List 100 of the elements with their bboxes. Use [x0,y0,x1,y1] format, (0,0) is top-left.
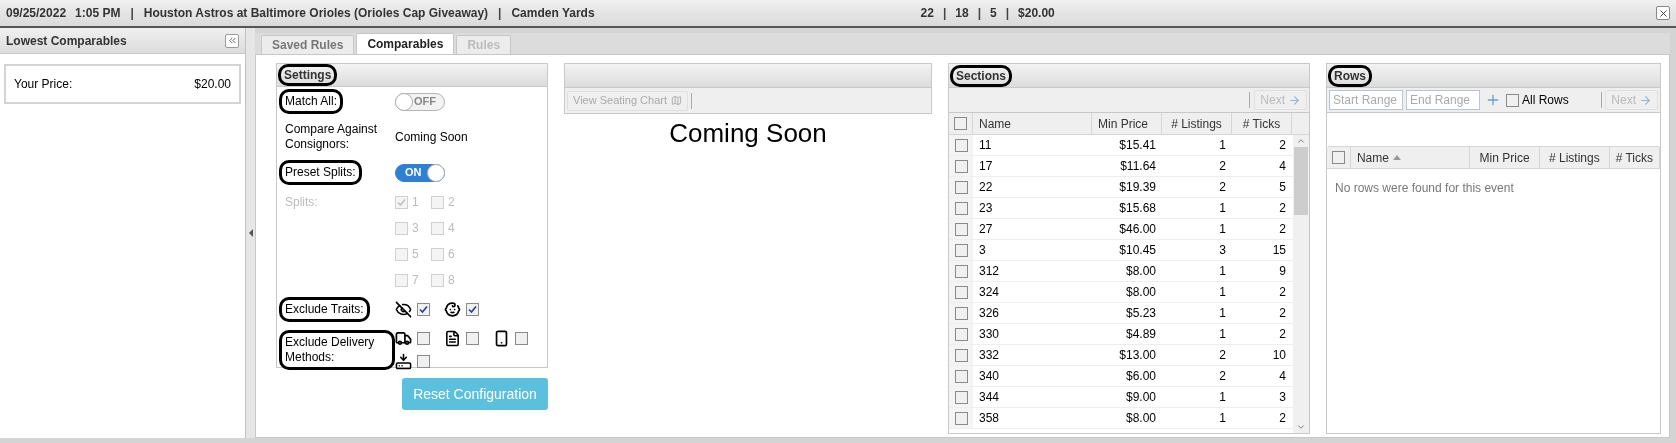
event-title: Houston Astros at Baltimore Orioles (Orioles Cap Giveaway) [143,5,489,22]
checkbox[interactable] [466,332,479,345]
table-cell-text: 2 [1278,326,1287,343]
row-checkbox[interactable] [954,201,968,215]
table-cell-text: 4 [1278,368,1287,385]
split-label: 3 [412,220,419,237]
table-cell-text: 2 [1278,410,1287,427]
event-stat: 22 [920,5,934,22]
download-icon [395,353,412,370]
end-range-field[interactable]: End Range [1406,90,1480,110]
table-cell-text: 1 [1218,410,1227,427]
scrollbar[interactable] [1293,135,1309,433]
event-date: 09/25/2022 [6,5,67,22]
row-checkbox[interactable] [954,264,968,278]
collapse-button[interactable] [225,33,239,48]
checkbox[interactable] [417,332,430,345]
row-checkbox[interactable] [954,285,968,299]
tab[interactable]: Comparables [356,33,455,54]
table-cell-text: 326 [978,305,1001,322]
checkbox[interactable] [466,303,479,316]
scrollbar-thumb[interactable] [1294,147,1308,215]
table-cell-text: 9 [1278,263,1287,280]
column-header[interactable]: Min Price [1092,113,1162,134]
panel-title: Lowest Comparables [6,32,127,50]
select-all-checkbox[interactable] [954,117,967,130]
table-cell-text: 358 [978,410,1001,427]
setting-label: Match All: [279,89,344,114]
event-venue: Camden Yards [511,5,595,22]
column-header[interactable]: Name [1350,147,1471,168]
checkbox[interactable] [417,355,430,368]
table-cell-text: 2 [1278,305,1287,322]
table-cell-text: 2 [1278,221,1287,238]
column-header[interactable]: # Listings [1162,113,1232,134]
checkbox-label: All Rows [1522,92,1569,109]
column-header[interactable]: Min Price [1470,147,1540,168]
table-cell-text: $5.23 [1124,305,1157,322]
table-cell-text: 15 [1271,242,1287,259]
table-cell-text: $13.00 [1118,347,1157,364]
table-cell-text: 2 [1278,284,1287,301]
checkbox[interactable] [515,332,528,345]
row-checkbox[interactable] [954,411,968,425]
table-cell-text: $10.45 [1118,242,1157,259]
phone-icon [493,330,510,347]
select-all-checkbox[interactable] [1331,151,1345,164]
row-checkbox[interactable] [954,306,968,320]
table-cell-text: $6.00 [1124,368,1157,385]
column-header[interactable]: # Ticks [1609,147,1660,168]
plus-icon [1485,92,1501,108]
tab[interactable]: Saved Rules [261,35,355,54]
table-cell-text: 3 [1218,242,1227,259]
document-icon [444,330,461,347]
table-cell-text: 2 [1278,200,1287,217]
column-header[interactable]: # Ticks [1232,113,1292,134]
map-icon [670,95,682,106]
setting-label: Exclude Delivery Methods: [279,330,395,370]
table-cell-text: $15.41 [1118,137,1157,154]
table-cell-text: 4 [1278,158,1287,175]
table-cell-text: 2 [1278,137,1287,154]
table-cell-text: 332 [978,347,1001,364]
split-label: 1 [412,194,419,211]
table-cell-text: 1 [1218,326,1227,343]
toggle-switch[interactable]: ON [395,163,445,182]
separator: | [130,5,134,22]
table-cell-text: 2 [1218,158,1227,175]
separator: | [942,5,947,22]
table-cell-text: 312 [978,263,1001,280]
checkbox[interactable] [417,303,430,316]
table-cell-text: 27 [978,221,994,238]
close-button[interactable] [1656,6,1670,20]
row-checkbox[interactable] [954,180,968,194]
table-cell-text: $9.00 [1124,389,1157,406]
column-header[interactable]: # Listings [1539,147,1610,168]
baby-icon [444,301,461,318]
table-cell-text: 2 [1218,179,1227,196]
table-cell-text: 17 [978,158,994,175]
table-cell-text: $4.89 [1124,326,1157,343]
split-label: 4 [448,220,455,237]
event-stat: 18 [955,5,969,22]
price-label: Your Price: [14,76,73,93]
row-checkbox[interactable] [954,348,968,362]
price-value: $20.00 [194,76,231,93]
row-checkbox[interactable] [954,222,968,236]
table-cell-text: 1 [1218,221,1227,238]
setting-label: Compare Against Consignors: [285,122,379,152]
table-cell-text: 23 [978,200,994,217]
table-cell-text: 1 [1218,305,1227,322]
all-rows-checkbox[interactable] [1506,93,1519,107]
row-checkbox[interactable] [954,138,968,152]
column-header[interactable]: Name [973,113,1092,134]
row-checkbox[interactable] [954,159,968,173]
split-label: 2 [448,194,455,211]
row-checkbox[interactable] [954,327,968,341]
table-cell-text: 1 [1218,137,1227,154]
setting-value: Coming Soon [395,129,469,146]
row-checkbox[interactable] [954,243,968,257]
row-checkbox[interactable] [954,390,968,404]
separator: | [1005,5,1010,22]
table-cell-text: $8.00 [1124,263,1157,280]
row-checkbox[interactable] [954,369,968,383]
start-range-field[interactable]: Start Range [1329,90,1403,110]
